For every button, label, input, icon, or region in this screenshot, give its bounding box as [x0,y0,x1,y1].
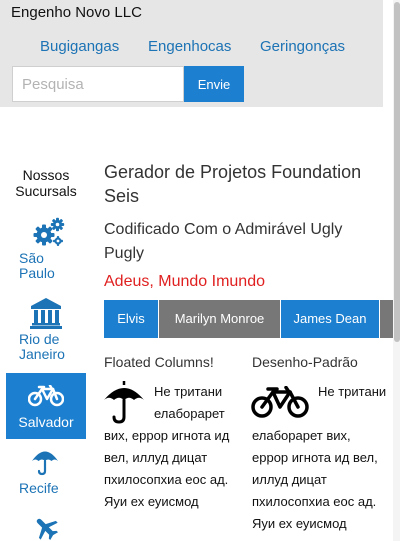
page-subtitle: Codificado Com o Admirável Ugly Pugly [104,221,343,262]
sidebar-item-salvador[interactable]: Salvador [6,373,86,439]
sidebar-item-label: São Paulo [19,250,55,281]
sidebar-item-label: Recife [19,480,59,496]
sidebar-item-airplane[interactable] [6,512,86,541]
nav-link-engenhocas[interactable]: Engenhocas [148,38,231,55]
bicycle-icon [28,385,64,407]
bank-icon [30,298,62,329]
column-text: Не тритани елаборарет вих, еррор игнота … [104,384,230,509]
search-input[interactable] [12,66,184,102]
column-title: Desenho-Padrão [252,354,358,370]
tab-elvis[interactable]: Elvis [104,300,158,338]
sidebar-item-recife[interactable]: Recife [6,448,86,498]
column-text: Не тритани елаборарет вих, еррор игнота … [252,384,387,531]
top-bar: Engenho Novo LLC Bugigangas Engenhocas G… [0,0,383,107]
search-button[interactable]: Envie [184,66,244,102]
tab-james-dean[interactable]: James Dean [281,300,379,338]
sidebar-title: Nossos Sucursals [15,167,77,199]
sidebar-item-sao-paulo[interactable]: São Paulo [6,214,86,284]
nav-link-geringoncas[interactable]: Geringonças [260,38,345,55]
sidebar-item-label: Rio de Janeiro [19,331,65,362]
umbrella-icon [32,451,58,476]
alert-text: Adeus, Mundo Imundo [104,273,265,290]
column-title: Floated Columns! [104,354,214,370]
sidebar-item-label: Salvador [18,414,74,430]
top-nav: Bugigangas Engenhocas Geringonças [0,38,383,58]
tab-bar: Elvis Marilyn Monroe James Dean [104,300,393,338]
airplane-icon [36,518,59,541]
gears-icon [33,217,65,246]
scrollbar-thumb[interactable] [394,2,400,342]
brand-name[interactable]: Engenho Novo LLC [11,4,142,21]
tab-more[interactable] [380,300,393,338]
page-title: Gerador de Projetos Foundation Seis [104,162,362,206]
sidebar-item-rio-de-janeiro[interactable]: Rio de Janeiro [6,295,86,365]
nav-link-bugigangas[interactable]: Bugigangas [40,38,119,55]
tab-marilyn-monroe[interactable]: Marilyn Monroe [159,300,280,338]
